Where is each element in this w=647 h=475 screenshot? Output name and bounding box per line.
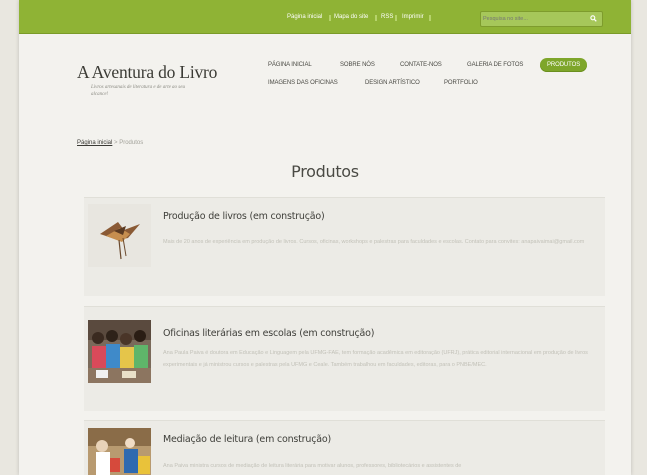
search-box [480, 11, 603, 27]
nav-item-portfolio[interactable]: PORTFOLIO [444, 80, 478, 86]
product-description: Mais de 20 anos de experiência em produç… [163, 239, 585, 245]
link-print[interactable]: Imprimir [402, 14, 424, 20]
nav-item-home[interactable]: PÁGINA INICIAL [268, 62, 312, 68]
separator [375, 15, 377, 21]
product-card: Produção de livros (em construção) Mais … [84, 197, 605, 296]
product-card: Oficinas literárias em escolas (em const… [84, 306, 605, 411]
nav-item-gallery[interactable]: GALERIA DE FOTOS [467, 62, 523, 68]
page: Página inicial Mapa do site RSS Imprimir… [19, 0, 631, 475]
product-card: Mediação de leitura (em construção) Ana … [84, 420, 605, 475]
product-title[interactable]: Oficinas literárias em escolas (em const… [163, 328, 374, 339]
product-image-reading-photo[interactable] [88, 428, 151, 475]
nav-item-workshop-images[interactable]: IMAGENS DAS OFICINAS [268, 80, 338, 86]
nav-item-products[interactable]: PRODUTOS [540, 58, 588, 72]
product-description: Ana Paiva ministra cursos de mediação de… [163, 463, 462, 469]
nav-item-about[interactable]: SOBRE NÓS [340, 62, 375, 68]
link-home[interactable]: Página inicial [287, 14, 322, 20]
link-sitemap[interactable]: Mapa do site [334, 14, 368, 20]
breadcrumb-current: Produtos [119, 140, 144, 146]
separator [329, 15, 331, 21]
separator [395, 15, 397, 21]
search-icon[interactable] [588, 13, 598, 24]
nav-item-contact[interactable]: CONTATE-NOS [400, 62, 442, 68]
site-title[interactable]: A Aventura do Livro [77, 62, 217, 83]
top-bar: Página inicial Mapa do site RSS Imprimir [19, 0, 631, 34]
product-title[interactable]: Mediação de leitura (em construção) [163, 434, 331, 445]
link-rss[interactable]: RSS [381, 14, 393, 20]
page-title: Produtos [291, 162, 359, 181]
nav-item-artistic-design[interactable]: DESIGN ARTÍSTICO [365, 80, 420, 86]
breadcrumb: Página inicial > Produtos [77, 140, 143, 146]
search-input[interactable] [483, 13, 583, 24]
breadcrumb-home-link[interactable]: Página inicial [77, 140, 112, 146]
product-image-workshop-photo[interactable] [88, 320, 151, 383]
site-tagline: Livros artesanais de literatura e de art… [91, 85, 185, 97]
product-image-book-sculpture[interactable] [88, 204, 151, 267]
separator [429, 15, 431, 21]
product-title[interactable]: Produção de livros (em construção) [163, 211, 325, 222]
product-description: Ana Paula Paiva é doutora em Educação e … [163, 350, 588, 368]
